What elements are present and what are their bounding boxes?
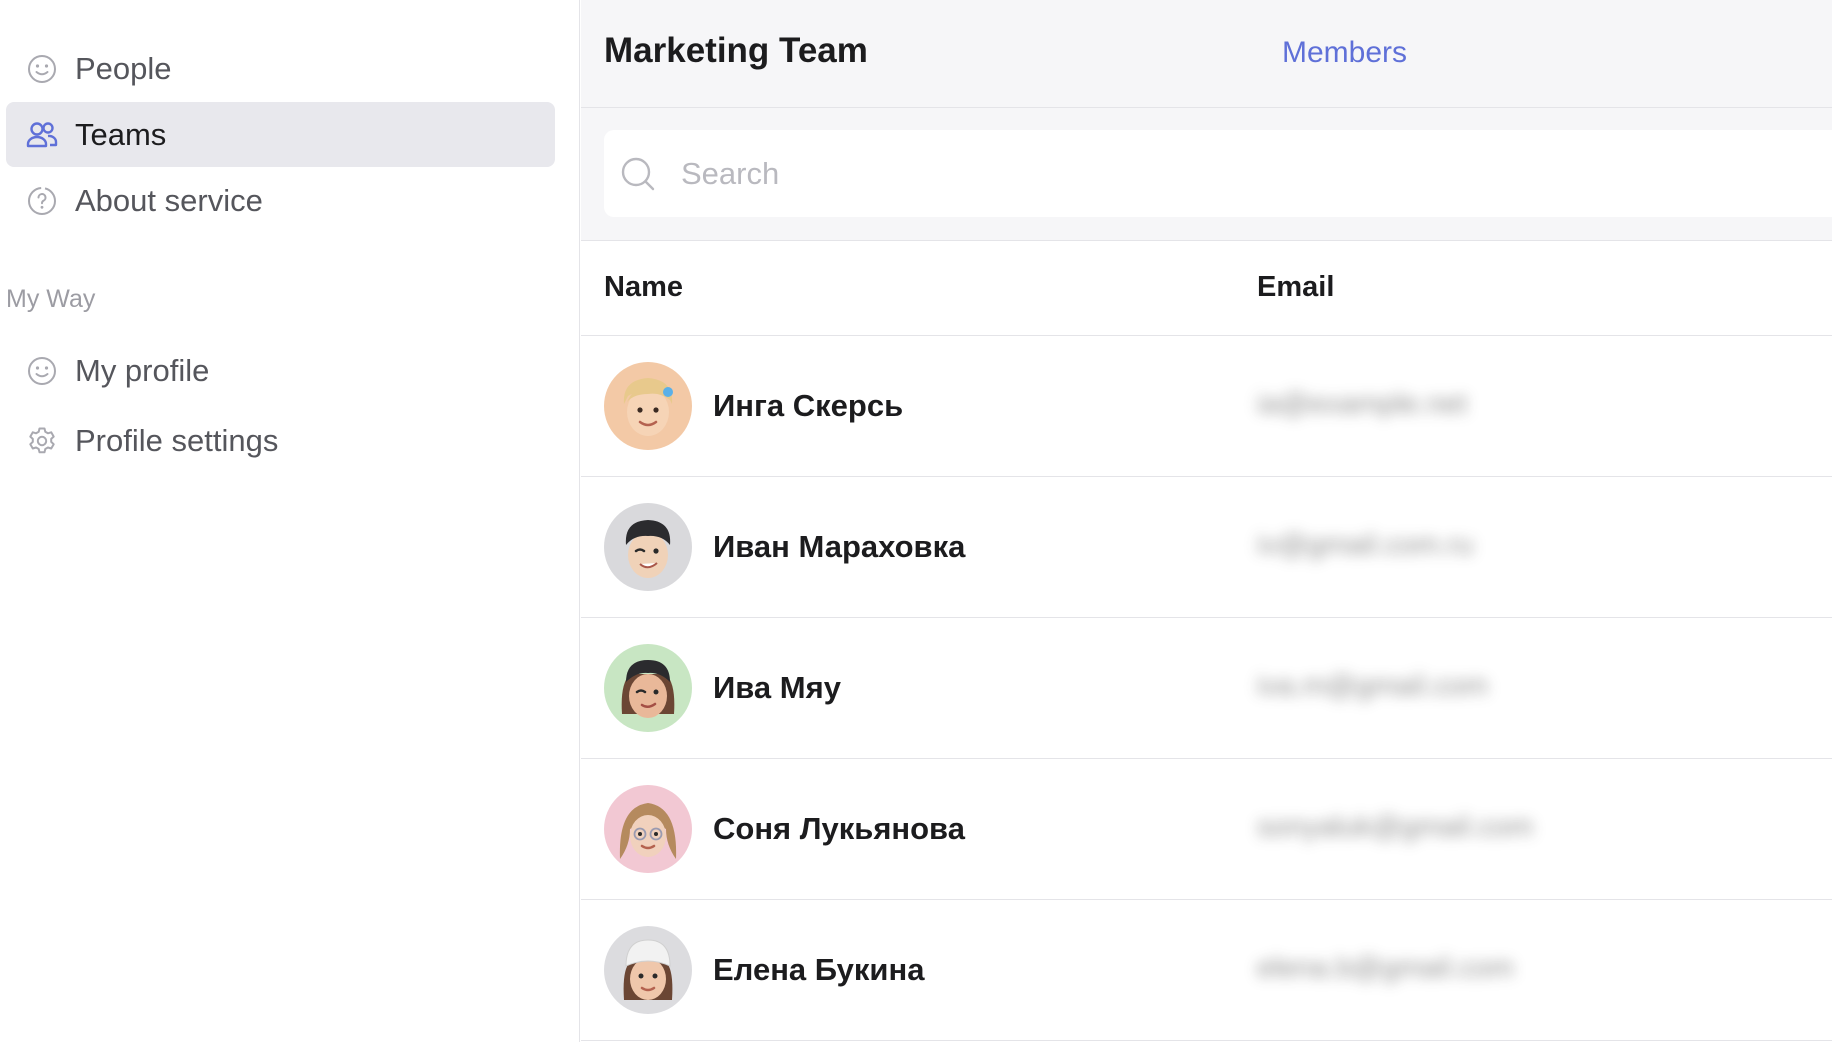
tab-members[interactable]: Members [1282, 36, 1407, 70]
search-input[interactable] [679, 154, 1483, 193]
member-name: Инга Скерсь [713, 388, 904, 423]
column-header-email[interactable]: Email [1257, 271, 1334, 304]
table-row[interactable]: Ива Мяу iva.m@gmail.com [581, 618, 1832, 759]
gear-icon [25, 424, 59, 458]
avatar [604, 362, 692, 450]
member-name: Ива Мяу [713, 670, 841, 705]
sidebar-item-about-service[interactable]: About service [6, 168, 555, 233]
sidebar: People Teams About service My Way My pro… [0, 0, 580, 1042]
sidebar-item-label: Teams [75, 116, 167, 152]
sidebar-item-profile-settings[interactable]: Profile settings [6, 408, 555, 473]
member-name: Иван Мараховка [713, 529, 966, 564]
avatar [604, 503, 692, 591]
search-icon [619, 155, 657, 193]
sidebar-item-label: People [75, 50, 172, 86]
table-row[interactable]: Елена Букина elena.b@gmail.com [581, 900, 1832, 1041]
question-icon [25, 184, 59, 218]
member-email: iv@gmail.com.ru [1257, 529, 1474, 561]
member-email: ia@example.net [1257, 388, 1467, 420]
table-row[interactable]: Иван Мараховка iv@gmail.com.ru [581, 477, 1832, 618]
sidebar-item-label: About service [75, 182, 263, 218]
members-table: Инга Скерсь ia@example.net Иван Мараховк… [581, 336, 1832, 1041]
table-row[interactable]: Соня Лукьянова sonyaluk@gmail.com [581, 759, 1832, 900]
sidebar-item-teams[interactable]: Teams [6, 102, 555, 167]
team-icon [25, 118, 59, 152]
table-row[interactable]: Инга Скерсь ia@example.net [581, 336, 1832, 477]
table-header: Name Email [581, 241, 1832, 336]
sidebar-item-label: Profile settings [75, 422, 279, 458]
avatar [604, 644, 692, 732]
member-email: iva.m@gmail.com [1257, 670, 1488, 702]
avatar [604, 785, 692, 873]
page-title: Marketing Team [604, 31, 868, 70]
search-box[interactable] [604, 130, 1832, 217]
member-email: sonyaluk@gmail.com [1257, 811, 1534, 843]
column-header-name[interactable]: Name [604, 271, 683, 304]
smile-icon [25, 52, 59, 86]
search-bar [581, 108, 1832, 241]
member-name: Елена Букина [713, 952, 925, 987]
smile-icon [25, 354, 59, 388]
member-email: elena.b@gmail.com [1257, 952, 1514, 984]
main-panel: Marketing Team Members Name Email [581, 0, 1832, 1042]
avatar [604, 926, 692, 1014]
sidebar-section-title: My Way [6, 285, 96, 313]
member-name: Соня Лукьянова [713, 811, 965, 846]
header-bar: Marketing Team Members [581, 0, 1832, 108]
sidebar-item-my-profile[interactable]: My profile [6, 338, 555, 403]
sidebar-item-label: My profile [75, 352, 210, 388]
sidebar-item-people[interactable]: People [6, 36, 555, 101]
